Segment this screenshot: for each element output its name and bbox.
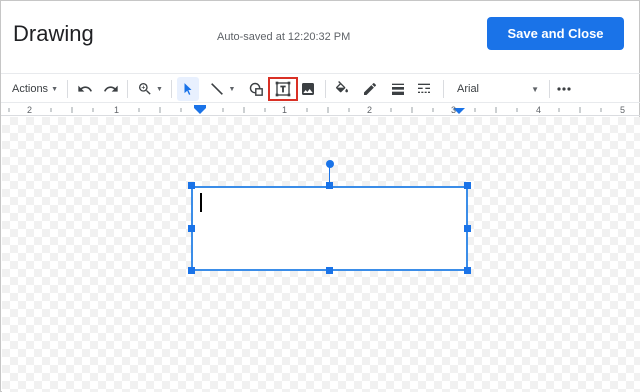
drawing-toolbar: Actions ▼ ▼ ▼ Arial ▼ bbox=[1, 73, 640, 103]
rotation-handle[interactable] bbox=[326, 160, 334, 168]
image-icon bbox=[302, 83, 314, 95]
more-options-icon bbox=[557, 87, 571, 91]
toolbar-divider bbox=[549, 80, 550, 98]
ruler-number: 5 bbox=[620, 105, 626, 115]
ruler-ticks bbox=[8, 105, 602, 114]
image-tool-button[interactable] bbox=[297, 74, 319, 104]
ruler-number: 2 bbox=[27, 105, 33, 115]
toolbar-divider bbox=[171, 80, 172, 98]
text-box[interactable] bbox=[191, 186, 468, 271]
ruler-number: 1 bbox=[114, 105, 120, 115]
resize-handle-bottom[interactable] bbox=[326, 267, 333, 274]
resize-handle-left[interactable] bbox=[188, 225, 195, 232]
text-cursor bbox=[200, 193, 202, 212]
border-weight-icon bbox=[392, 83, 404, 95]
caret-down-icon: ▼ bbox=[228, 85, 236, 93]
fill-color-icon bbox=[335, 81, 348, 93]
font-name: Arial bbox=[457, 83, 480, 95]
line-icon bbox=[210, 83, 223, 95]
ruler-number: 1 bbox=[282, 105, 288, 115]
text-box-highlight bbox=[268, 77, 298, 101]
resize-handle-top[interactable] bbox=[326, 182, 333, 189]
more-options-button[interactable] bbox=[553, 74, 575, 104]
undo-button[interactable] bbox=[75, 74, 95, 104]
resize-handle-bottom-left[interactable] bbox=[188, 267, 195, 274]
border-dash-icon bbox=[418, 83, 430, 93]
toolbar-divider bbox=[127, 80, 128, 98]
save-and-close-button[interactable]: Save and Close bbox=[487, 17, 624, 50]
ruler-number: 3 bbox=[451, 105, 457, 115]
left-indent-marker bbox=[194, 108, 206, 114]
caret-down-icon: ▼ bbox=[156, 85, 163, 93]
actions-label: Actions bbox=[11, 83, 49, 95]
border-weight-button[interactable] bbox=[387, 74, 409, 104]
ruler: 2 1 1 2 3 4 5 bbox=[1, 104, 640, 116]
dialog-header: Drawing Auto-saved at 12:20:32 PM Save a… bbox=[1, 1, 640, 67]
select-tool-button[interactable] bbox=[177, 77, 199, 101]
caret-down-icon: ▼ bbox=[51, 85, 58, 93]
shape-tool-button[interactable] bbox=[245, 74, 267, 104]
ruler-number: 2 bbox=[367, 105, 373, 115]
toolbar-divider bbox=[325, 80, 326, 98]
redo-button[interactable] bbox=[101, 74, 121, 104]
dialog-title: Drawing bbox=[13, 21, 94, 46]
autosave-status: Auto-saved at 12:20:32 PM bbox=[217, 31, 351, 43]
drawing-dialog: Drawing Auto-saved at 12:20:32 PM Save a… bbox=[0, 0, 640, 392]
resize-handle-top-right[interactable] bbox=[464, 182, 471, 189]
toolbar-divider bbox=[443, 80, 444, 98]
border-dash-button[interactable] bbox=[413, 74, 435, 104]
resize-handle-top-left[interactable] bbox=[188, 182, 195, 189]
resize-handle-bottom-right[interactable] bbox=[464, 267, 471, 274]
select-icon bbox=[184, 83, 192, 95]
fill-color-button[interactable] bbox=[331, 74, 353, 104]
border-color-icon bbox=[364, 82, 377, 95]
ruler-number: 4 bbox=[536, 105, 542, 115]
redo-icon bbox=[104, 85, 118, 92]
zoom-button[interactable]: ▼ bbox=[135, 74, 165, 104]
caret-down-icon: ▼ bbox=[531, 84, 539, 94]
actions-menu[interactable]: Actions ▼ bbox=[7, 74, 63, 104]
font-select[interactable]: Arial ▼ bbox=[453, 74, 543, 104]
zoom-icon bbox=[139, 83, 151, 95]
resize-handle-right[interactable] bbox=[464, 225, 471, 232]
shape-icon bbox=[249, 82, 263, 96]
undo-icon bbox=[78, 85, 92, 92]
toolbar-divider bbox=[67, 80, 68, 98]
border-color-button[interactable] bbox=[359, 74, 381, 104]
line-tool-button[interactable]: ▼ bbox=[205, 74, 239, 104]
